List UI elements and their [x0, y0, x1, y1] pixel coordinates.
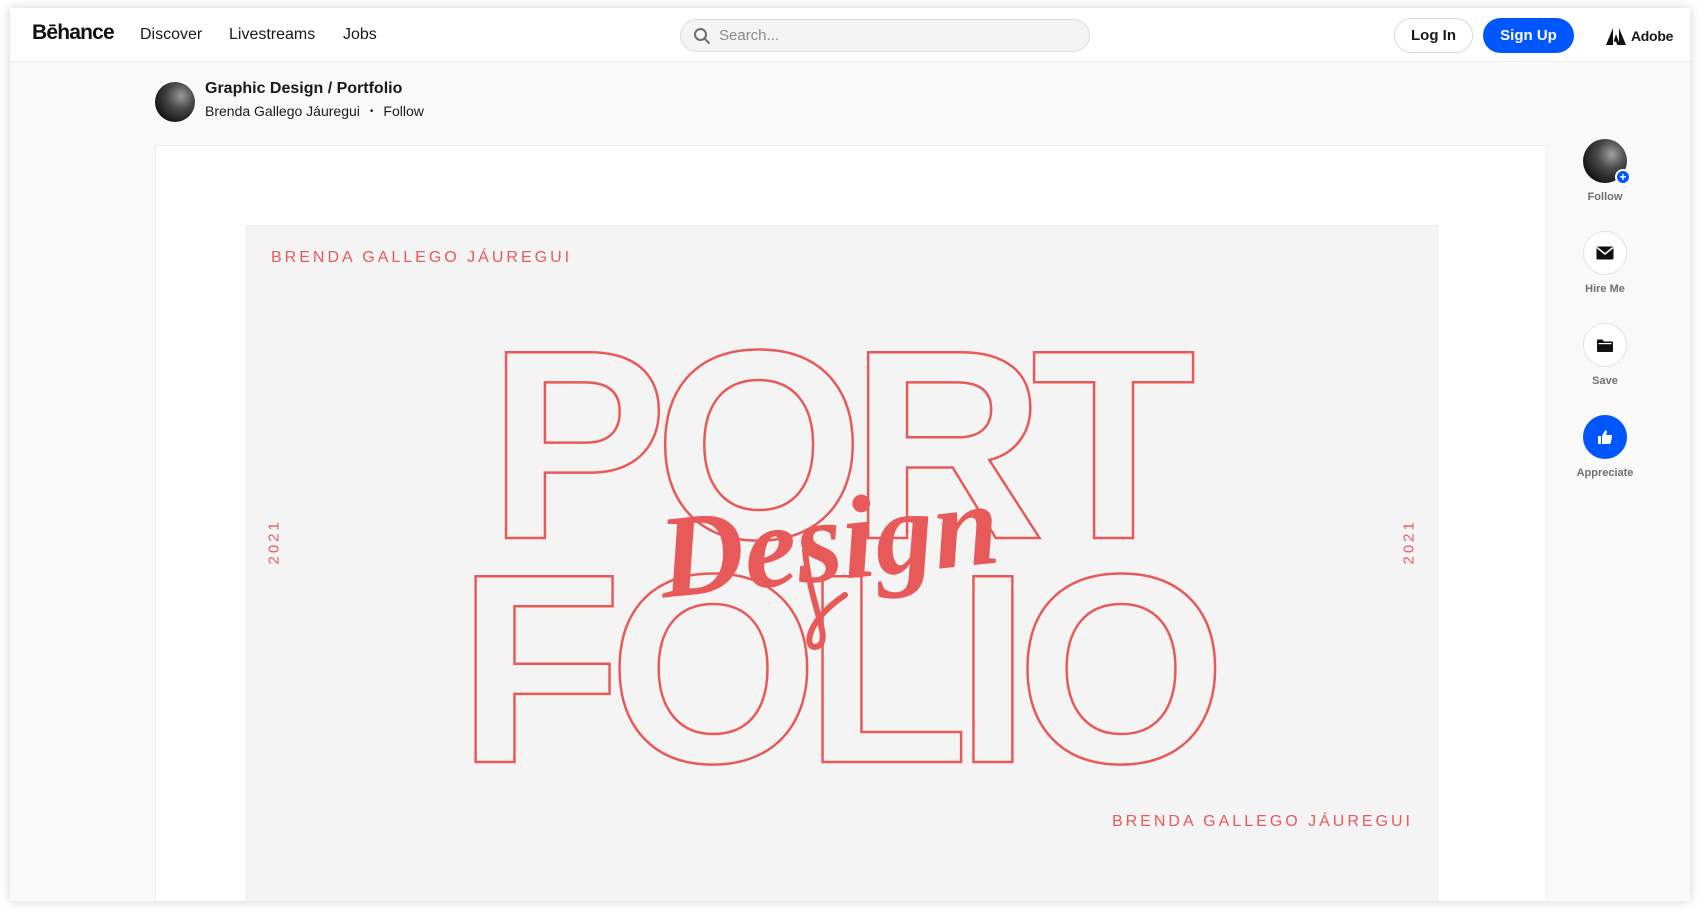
rail-save-label: Save	[1592, 375, 1618, 387]
hire-me-button[interactable]	[1583, 231, 1627, 275]
plus-icon: +	[1615, 169, 1631, 185]
search-bar[interactable]	[680, 19, 1090, 52]
folder-icon	[1597, 339, 1613, 352]
rail-save[interactable]: Save	[1565, 323, 1645, 387]
rail-hire-label: Hire Me	[1585, 283, 1625, 295]
adobe-icon	[1606, 27, 1626, 45]
log-in-button[interactable]: Log In	[1394, 18, 1473, 53]
separator-dot: •	[369, 105, 374, 117]
rail-appreciate[interactable]: Appreciate	[1565, 415, 1645, 479]
project-owner-line: Brenda Gallego Jáuregui • Follow	[205, 103, 424, 119]
thumbs-up-icon	[1598, 430, 1613, 444]
nav-discover[interactable]: Discover	[140, 26, 202, 44]
rail-follow[interactable]: + Follow	[1565, 139, 1645, 203]
follow-link[interactable]: Follow	[383, 103, 423, 119]
project-canvas: BRENDA GALLEGO JÁUREGUI BRENDA GALLEGO J…	[155, 145, 1547, 901]
rail-follow-label: Follow	[1587, 191, 1623, 203]
save-button[interactable]	[1583, 323, 1627, 367]
owner-name-link[interactable]: Brenda Gallego Jáuregui	[205, 103, 360, 119]
top-nav-bar: Bēhance Discover Livestreams Jobs Log In…	[10, 8, 1690, 62]
rail-appreciate-label: Appreciate	[1576, 467, 1634, 479]
rail-owner-avatar[interactable]: +	[1583, 139, 1631, 185]
envelope-icon	[1596, 246, 1614, 260]
rail-hire-me[interactable]: Hire Me	[1565, 231, 1645, 295]
search-icon	[694, 28, 710, 44]
browser-window: Bēhance Discover Livestreams Jobs Log In…	[10, 8, 1690, 901]
adobe-label: Adobe	[1631, 28, 1674, 44]
adobe-link[interactable]: Adobe	[1606, 26, 1673, 46]
appreciate-button[interactable]	[1583, 415, 1627, 459]
sign-up-button[interactable]: Sign Up	[1483, 18, 1574, 53]
project-image: BRENDA GALLEGO JÁUREGUI BRENDA GALLEGO J…	[245, 225, 1439, 901]
behance-logo[interactable]: Bēhance	[32, 21, 115, 45]
nav-livestreams[interactable]: Livestreams	[229, 26, 315, 44]
search-input[interactable]	[719, 20, 1079, 51]
nav-jobs[interactable]: Jobs	[343, 26, 377, 44]
owner-avatar[interactable]	[155, 82, 195, 122]
portfolio-lettering: PORT FOLIO Design	[456, 294, 1234, 822]
project-title: Graphic Design / Portfolio	[205, 80, 403, 97]
